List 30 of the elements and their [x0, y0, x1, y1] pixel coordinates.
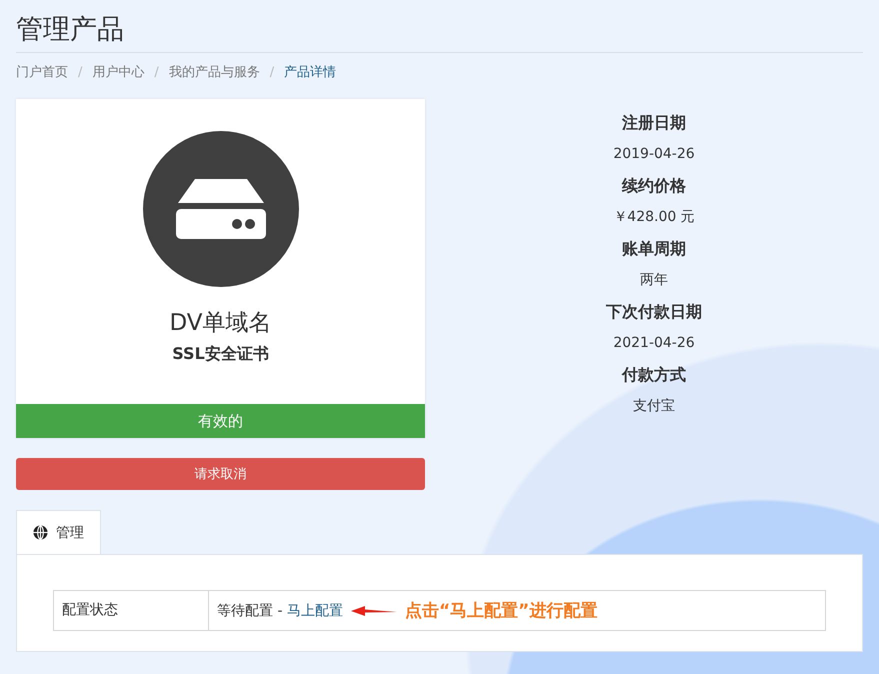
detail-label: 付款方式: [622, 364, 686, 386]
hard-drive-icon: [142, 131, 298, 287]
annotation-text: 点击“马上配置”进行配置: [404, 600, 598, 622]
detail-value: ￥428.00 元: [613, 208, 695, 227]
product-name: DV单域名: [169, 309, 272, 338]
detail-label: 账单周期: [622, 238, 686, 260]
configure-link[interactable]: 马上配置: [286, 602, 343, 620]
detail-label: 注册日期: [622, 112, 686, 134]
page-title: 管理产品: [16, 8, 863, 53]
cancel-request-button[interactable]: 请求取消: [16, 458, 425, 490]
detail-value: 2019-04-26: [613, 145, 695, 164]
breadcrumb-separator: /: [78, 64, 82, 80]
breadcrumb-separator: /: [270, 64, 274, 80]
arrow-icon: [350, 604, 397, 616]
status-bar: 有效的: [16, 404, 425, 438]
product-group: SSL安全证书: [172, 344, 269, 365]
breadcrumb-link[interactable]: 产品详情: [284, 63, 336, 81]
breadcrumb-link[interactable]: 门户首页: [16, 63, 68, 81]
detail-label: 下次付款日期: [606, 301, 702, 323]
breadcrumb-link[interactable]: 用户中心: [92, 63, 144, 81]
breadcrumb-link[interactable]: 我的产品与服务: [168, 63, 260, 81]
detail-value: 两年: [640, 271, 668, 290]
table-cell: 配置状态: [54, 591, 209, 630]
detail-value: 2021-04-26: [613, 334, 695, 353]
detail-value: 支付宝: [633, 397, 675, 416]
status-text: 等待配置 -: [217, 602, 284, 620]
breadcrumb-separator: /: [154, 64, 159, 80]
globe-icon: [33, 525, 48, 540]
detail-label: 续约价格: [622, 175, 686, 197]
manage-tab[interactable]: 管理: [16, 510, 101, 554]
